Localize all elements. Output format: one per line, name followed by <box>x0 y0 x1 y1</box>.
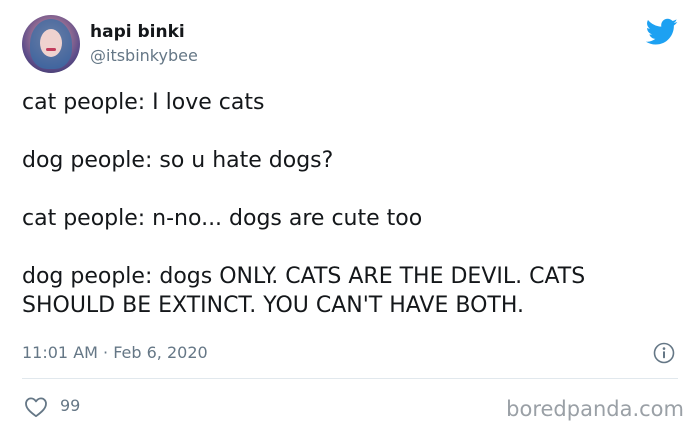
info-icon[interactable] <box>653 342 675 364</box>
watermark: boredpanda.com <box>506 397 684 421</box>
tweet-text: cat people: I love cats dog people: so u… <box>22 88 682 320</box>
tweet-timestamp[interactable]: 11:01 AM · Feb 6, 2020 <box>22 343 208 363</box>
divider <box>22 378 678 379</box>
heart-icon[interactable] <box>24 396 48 418</box>
avatar[interactable] <box>22 15 80 73</box>
user-handle[interactable]: @itsbinkybee <box>90 46 198 66</box>
tweet-line: cat people: n-no... dogs are cute too <box>22 206 423 231</box>
tweet-line: dog people: so u hate dogs? <box>22 148 334 173</box>
avatar-mouth <box>46 48 56 51</box>
avatar-face <box>40 29 62 57</box>
tweet-line: dog people: dogs ONLY. CATS ARE THE DEVI… <box>22 264 586 318</box>
like-count: 99 <box>60 396 81 415</box>
tweet-line: cat people: I love cats <box>22 90 265 115</box>
display-name[interactable]: hapi binki <box>90 22 185 42</box>
tweet-card: hapi binki @itsbinkybee cat people: I lo… <box>0 0 700 433</box>
twitter-bird-icon[interactable] <box>646 18 678 46</box>
